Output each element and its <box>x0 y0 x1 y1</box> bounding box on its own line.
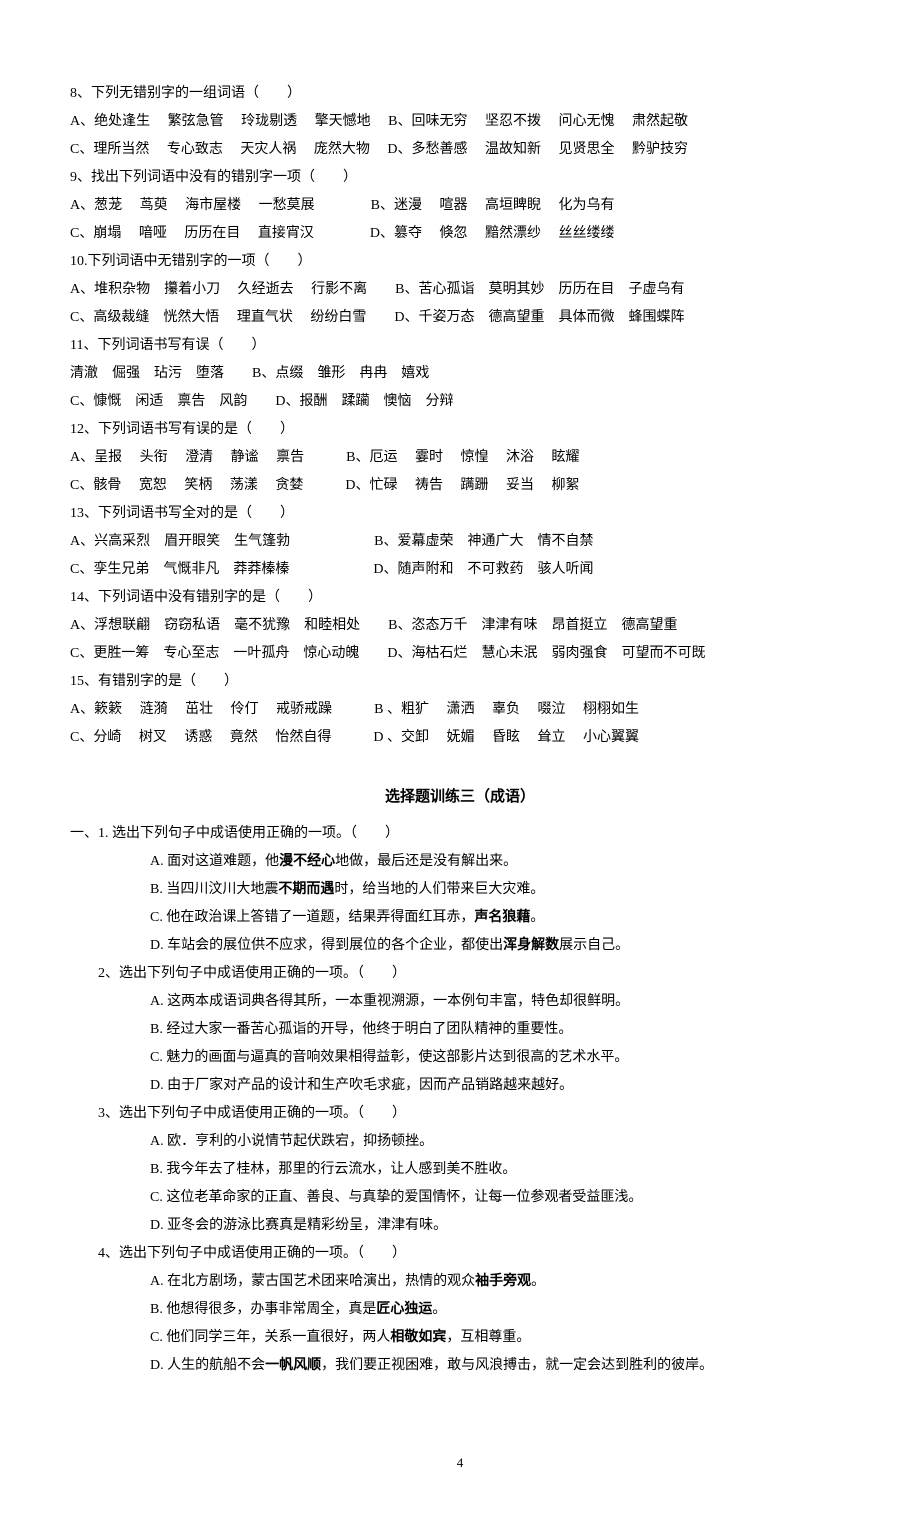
q10-options-ab: A、堆积杂物 攥着小刀 久经逝去 行影不离 B、苦心孤诣 莫明其妙 历历在目 子… <box>70 276 850 304</box>
s2-q4-c-post: ，互相尊重。 <box>446 1330 530 1345</box>
s2-question-4: 4、选出下列句子中成语使用正确的一项。（ ） <box>70 1240 850 1268</box>
q11-options-cd: C、慷慨 闲适 禀告 风韵 D、报酬 蹂躏 懊恼 分辩 <box>70 388 850 416</box>
q14-options-ab: A、浮想联翩 窃窃私语 毫不犹豫 和睦相处 B、恣态万千 津津有味 昂首挺立 德… <box>70 612 850 640</box>
s2-q1-b-post: 时，给当地的人们带来巨大灾难。 <box>334 882 544 897</box>
q13-options-ab: A、兴高采烈 眉开眼笑 生气篷勃 B、爱幕虚荣 神通广大 情不自禁 <box>70 528 850 556</box>
s2-q4-option-d: D. 人生的航船不会一帆风顺，我们要正视困难，敢与风浪搏击，就一定会达到胜利的彼… <box>70 1352 850 1380</box>
s2-q1-c-idiom: 声名狼藉 <box>474 910 530 925</box>
s2-q1-a-post: 地做，最后还是没有解出来。 <box>335 854 517 869</box>
question-8: 8、下列无错别字的一组词语（ ） <box>70 80 850 108</box>
q13-options-cd: C、孪生兄弟 气慨非凡 莽莽榛榛 D、随声附和 不可救药 骇人听闻 <box>70 556 850 584</box>
question-10: 10.下列词语中无错别字的一项（ ） <box>70 248 850 276</box>
page-number: 4 <box>70 1450 850 1476</box>
section-title: 选择题训练三（成语） <box>70 782 850 812</box>
q14-options-cd: C、更胜一筹 专心至志 一叶孤舟 惊心动魄 D、海枯石烂 慧心未泯 弱肉强食 可… <box>70 640 850 668</box>
s2-question-2: 2、选出下列句子中成语使用正确的一项。（ ） <box>70 960 850 988</box>
s2-q2-option-d: D. 由于厂家对产品的设计和生产吹毛求疵，因而产品销路越来越好。 <box>70 1072 850 1100</box>
s2-q1-a-pre: A. 面对这道难题，他 <box>150 854 279 869</box>
q11-options-ab: 清澈 倔强 玷污 堕落 B、点缀 雏形 冉冉 嬉戏 <box>70 360 850 388</box>
s2-q1-c-post: 。 <box>530 910 544 925</box>
s2-q4-option-c: C. 他们同学三年，关系一直很好，两人相敬如宾，互相尊重。 <box>70 1324 850 1352</box>
s2-question-1: 一、1. 选出下列句子中成语使用正确的一项。（ ） <box>70 820 850 848</box>
s2-q1-option-d: D. 车站会的展位供不应求，得到展位的各个企业，都使出浑身解数展示自己。 <box>70 932 850 960</box>
s2-q4-b-pre: B. 他想得很多，办事非常周全，真是 <box>150 1302 376 1317</box>
q8-options-cd: C、理所当然 专心致志 天灾人祸 庞然大物 D、多愁善感 温故知新 见贤思全 黔… <box>70 136 850 164</box>
s2-q3-option-b: B. 我今年去了桂林，那里的行云流水，让人感到美不胜收。 <box>70 1156 850 1184</box>
s2-q4-d-pre: D. 人生的航船不会 <box>150 1358 265 1373</box>
s2-q1-d-post: 展示自己。 <box>559 938 629 953</box>
q12-options-cd: C、骸骨 宽恕 笑柄 荡漾 贪婪 D、忙碌 祷告 蹒跚 妥当 柳絮 <box>70 472 850 500</box>
s2-q1-b-pre: B. 当四川汶川大地震 <box>150 882 278 897</box>
s2-q4-c-idiom: 相敬如宾 <box>390 1330 446 1345</box>
q9-options-cd: C、崩塌 喑哑 历历在目 直接宵汉 D、篡夺 倏忽 黯然漂纱 丝丝缕缕 <box>70 220 850 248</box>
s2-q1-b-idiom: 不期而遇 <box>278 882 334 897</box>
s2-q4-a-post: 。 <box>531 1274 545 1289</box>
s2-q4-option-b: B. 他想得很多，办事非常周全，真是匠心独运。 <box>70 1296 850 1324</box>
s2-q2-option-c: C. 魅力的画面与逼真的音响效果相得益彰，使这部影片达到很高的艺术水平。 <box>70 1044 850 1072</box>
question-11: 11、下列词语书写有误（ ） <box>70 332 850 360</box>
s2-q1-a-idiom: 漫不经心 <box>279 854 335 869</box>
s2-q4-c-pre: C. 他们同学三年，关系一直很好，两人 <box>150 1330 390 1345</box>
s2-q3-option-a: A. 欧．亨利的小说情节起伏跌宕，抑扬顿挫。 <box>70 1128 850 1156</box>
question-14: 14、下列词语中没有错别字的是（ ） <box>70 584 850 612</box>
s2-q4-a-pre: A. 在北方剧场，蒙古国艺术团来哈演出，热情的观众 <box>150 1274 475 1289</box>
s2-q2-option-a: A. 这两本成语词典各得其所，一本重视溯源，一本例句丰富，特色却很鲜明。 <box>70 988 850 1016</box>
s2-q1-c-pre: C. 他在政治课上答错了一道题，结果弄得面红耳赤， <box>150 910 474 925</box>
s2-q1-d-idiom: 浑身解数 <box>503 938 559 953</box>
s2-q4-option-a: A. 在北方剧场，蒙古国艺术团来哈演出，热情的观众袖手旁观。 <box>70 1268 850 1296</box>
s2-q4-d-idiom: 一帆风顺 <box>265 1358 321 1373</box>
s2-q1-option-a: A. 面对这道难题，他漫不经心地做，最后还是没有解出来。 <box>70 848 850 876</box>
question-9: 9、找出下列词语中没有的错别字一项（ ） <box>70 164 850 192</box>
s2-q4-b-post: 。 <box>432 1302 446 1317</box>
q10-options-cd: C、高级裁缝 恍然大悟 理直气状 纷纷白雪 D、千姿万态 德高望重 具体而微 蜂… <box>70 304 850 332</box>
s2-question-3: 3、选出下列句子中成语使用正确的一项。（ ） <box>70 1100 850 1128</box>
q9-options-ab: A、葱茏 茑萸 海市屋楼 一愁莫展 B、迷漫 喧器 高垣睥睨 化为乌有 <box>70 192 850 220</box>
s2-q4-b-idiom: 匠心独运 <box>376 1302 432 1317</box>
s2-q1-d-pre: D. 车站会的展位供不应求，得到展位的各个企业，都使出 <box>150 938 503 953</box>
q15-options-ab: A、簌簌 涟漪 茁壮 伶仃 戒骄戒躁 B 、粗犷 潇洒 辜负 啜泣 栩栩如生 <box>70 696 850 724</box>
s2-q3-option-c: C. 这位老革命家的正直、善良、与真挚的爱国情怀，让每一位参观者受益匪浅。 <box>70 1184 850 1212</box>
q12-options-ab: A、呈报 头衔 澄清 静谧 禀告 B、厄运 霎时 惊惶 沐浴 眩耀 <box>70 444 850 472</box>
s2-q4-d-post: ，我们要正视困难，敢与风浪搏击，就一定会达到胜利的彼岸。 <box>321 1358 713 1373</box>
s2-q3-option-d: D. 亚冬会的游泳比赛真是精彩纷呈，津津有味。 <box>70 1212 850 1240</box>
s2-q4-a-idiom: 袖手旁观 <box>475 1274 531 1289</box>
s2-q2-option-b: B. 经过大家一番苦心孤诣的开导，他终于明白了团队精神的重要性。 <box>70 1016 850 1044</box>
q15-options-cd: C、分崎 树叉 诱惑 竟然 怡然自得 D 、交卸 妩媚 昏眩 耸立 小心翼翼 <box>70 724 850 752</box>
question-15: 15、有错别字的是（ ） <box>70 668 850 696</box>
q8-options-ab: A、绝处逢生 繁弦急管 玲珑剔透 擎天憾地 B、回味无穷 坚忍不拨 问心无愧 肃… <box>70 108 850 136</box>
s2-q1-option-b: B. 当四川汶川大地震不期而遇时，给当地的人们带来巨大灾难。 <box>70 876 850 904</box>
s2-q1-option-c: C. 他在政治课上答错了一道题，结果弄得面红耳赤，声名狼藉。 <box>70 904 850 932</box>
question-13: 13、下列词语书写全对的是（ ） <box>70 500 850 528</box>
question-12: 12、下列词语书写有误的是（ ） <box>70 416 850 444</box>
